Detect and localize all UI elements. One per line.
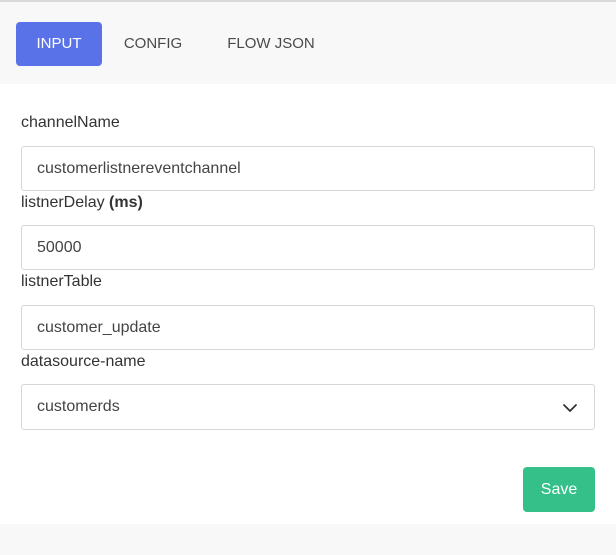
tab-flow-json[interactable]: FLOW JSON (210, 22, 332, 66)
listner-table-input[interactable] (21, 305, 595, 350)
channel-name-input[interactable] (21, 146, 595, 191)
save-button[interactable]: Save (523, 467, 595, 512)
channel-name-label-text: channelName (21, 114, 120, 131)
listner-delay-label: listnerDelay (ms) (21, 193, 143, 213)
datasource-name-label: datasource-name (21, 352, 146, 372)
datasource-name-selected-value: customerds (37, 398, 120, 415)
form-panel: channelName listnerDelay (ms) listnerTab… (0, 84, 616, 524)
listner-delay-input[interactable] (21, 225, 595, 270)
listner-table-label: listnerTable (21, 272, 102, 292)
datasource-name-label-text: datasource-name (21, 353, 146, 370)
channel-name-label: channelName (21, 113, 120, 133)
chevron-down-icon (563, 404, 577, 412)
listner-delay-unit: (ms) (109, 194, 143, 211)
tab-bar: INPUT CONFIG FLOW JSON (0, 2, 616, 84)
datasource-name-select[interactable]: customerds (21, 384, 595, 430)
tab-input[interactable]: INPUT (16, 22, 102, 66)
listner-table-label-text: listnerTable (21, 273, 102, 290)
listner-delay-label-text: listnerDelay (21, 194, 105, 211)
tab-config[interactable]: CONFIG (106, 22, 200, 66)
